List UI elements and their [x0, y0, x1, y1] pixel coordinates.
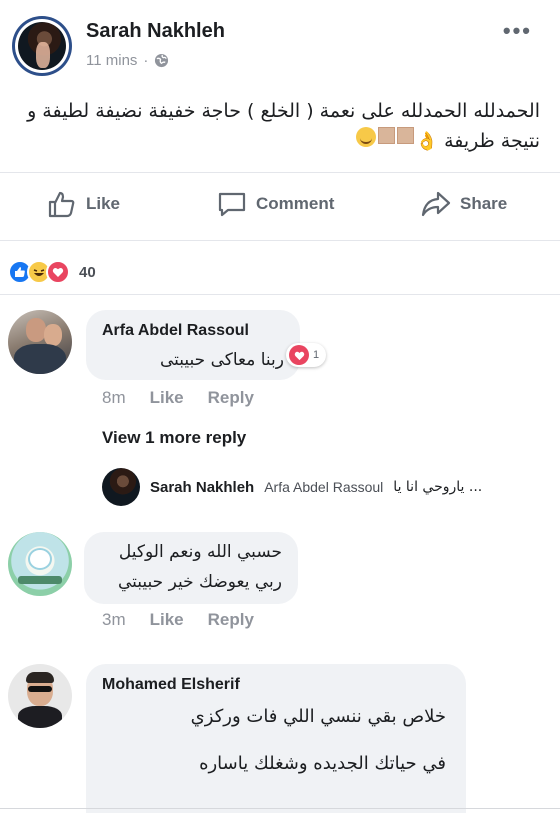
comment-icon: [218, 192, 246, 217]
divider: [0, 172, 560, 173]
comment-reaction-count: 1: [313, 349, 320, 361]
reply-text: ... ياروحي انا يا: [393, 479, 483, 495]
comment-like-link[interactable]: Like: [150, 388, 184, 408]
share-label: Share: [460, 194, 508, 213]
view-more-replies-link[interactable]: View 1 more reply: [102, 428, 246, 448]
comment-time[interactable]: 8m: [102, 388, 126, 408]
commenter-avatar[interactable]: [8, 664, 72, 728]
comment-reply-link[interactable]: Reply: [208, 610, 254, 630]
divider: [0, 294, 560, 295]
unknown-emoji-icon: [377, 126, 395, 144]
like-label: Like: [86, 194, 121, 213]
comment-reply-link[interactable]: Reply: [208, 388, 254, 408]
comment-text: ربنا معاكى حبيبتى: [159, 350, 284, 370]
comment-meta: 3m Like Reply: [102, 610, 254, 630]
comment-text-line-1: خلاص بقي ننسي اللي فات وركزي: [190, 706, 446, 727]
comment-meta: 8m Like Reply: [102, 388, 254, 408]
share-arrow-icon: [421, 191, 451, 217]
divider: [0, 240, 560, 241]
post-text-content: الحمدلله الحمدلله على نعمة ( الخلع ) حاج…: [27, 100, 540, 152]
post-timestamp[interactable]: 11 mins ·: [86, 52, 169, 69]
comment-text-line-2: ربي يعوضك خير حبيبتي: [117, 572, 282, 592]
comment-like-link[interactable]: Like: [150, 610, 184, 630]
share-button[interactable]: Share: [420, 188, 507, 220]
comment-bubble: Arfa Abdel Rassoul ربنا معاكى حبيبتى: [86, 310, 300, 380]
comment-author[interactable]: Arfa Abdel Rassoul: [102, 322, 300, 340]
reply-preview[interactable]: Sarah Nakhleh Arfa Abdel Rassoul ... يار…: [102, 468, 482, 506]
poster-name[interactable]: Sarah Nakhleh: [86, 20, 225, 43]
reactions-count: 40: [79, 263, 96, 281]
comment-text-line-1: حسبي الله ونعم الوكيل: [118, 542, 282, 562]
comment-reaction-badge[interactable]: 1: [286, 343, 327, 367]
love-reaction-icon: [46, 260, 70, 284]
love-reaction-icon: [289, 345, 309, 365]
reactions-summary[interactable]: 40: [8, 260, 96, 284]
smile-emoji-icon: [355, 126, 376, 147]
post-actions: Like Comment Share: [0, 184, 560, 228]
post-card: Sarah Nakhleh 11 mins · ••• الحمدلله الح…: [0, 0, 560, 813]
time-dot: ·: [143, 52, 149, 69]
commenter-avatar[interactable]: [8, 310, 72, 374]
post-time-text: 11 mins: [86, 52, 138, 69]
comment-text-line-2: في حياتك الجديده وشغلك ياساره: [199, 753, 446, 774]
divider: [0, 808, 560, 809]
unknown-emoji-icon: [396, 126, 414, 144]
comment-time[interactable]: 3m: [102, 610, 126, 630]
comment-button[interactable]: Comment: [216, 188, 334, 220]
reply-mention[interactable]: Arfa Abdel Rassoul: [264, 479, 383, 495]
ok-hand-emoji-icon: 👌: [415, 130, 439, 152]
post-emojis: 👌: [355, 126, 439, 157]
like-button[interactable]: Like: [46, 188, 120, 220]
comment-bubble: حسبي الله ونعم الوكيل ربي يعوضك خير حبيب…: [84, 532, 298, 604]
reply-avatar[interactable]: [102, 468, 140, 506]
globe-icon: [155, 53, 169, 68]
reply-author[interactable]: Sarah Nakhleh: [150, 479, 254, 496]
thumbs-up-icon: [48, 191, 75, 218]
post-text: الحمدلله الحمدلله على نعمة ( الخلع ) حاج…: [20, 96, 540, 157]
poster-avatar[interactable]: [12, 16, 72, 76]
commenter-avatar[interactable]: [8, 532, 72, 596]
more-options-icon[interactable]: •••: [503, 18, 532, 44]
comment-author[interactable]: Mohamed Elsherif: [102, 676, 446, 694]
comment-label: Comment: [256, 194, 335, 213]
comment-bubble: Mohamed Elsherif خلاص بقي ننسي اللي فات …: [86, 664, 466, 813]
